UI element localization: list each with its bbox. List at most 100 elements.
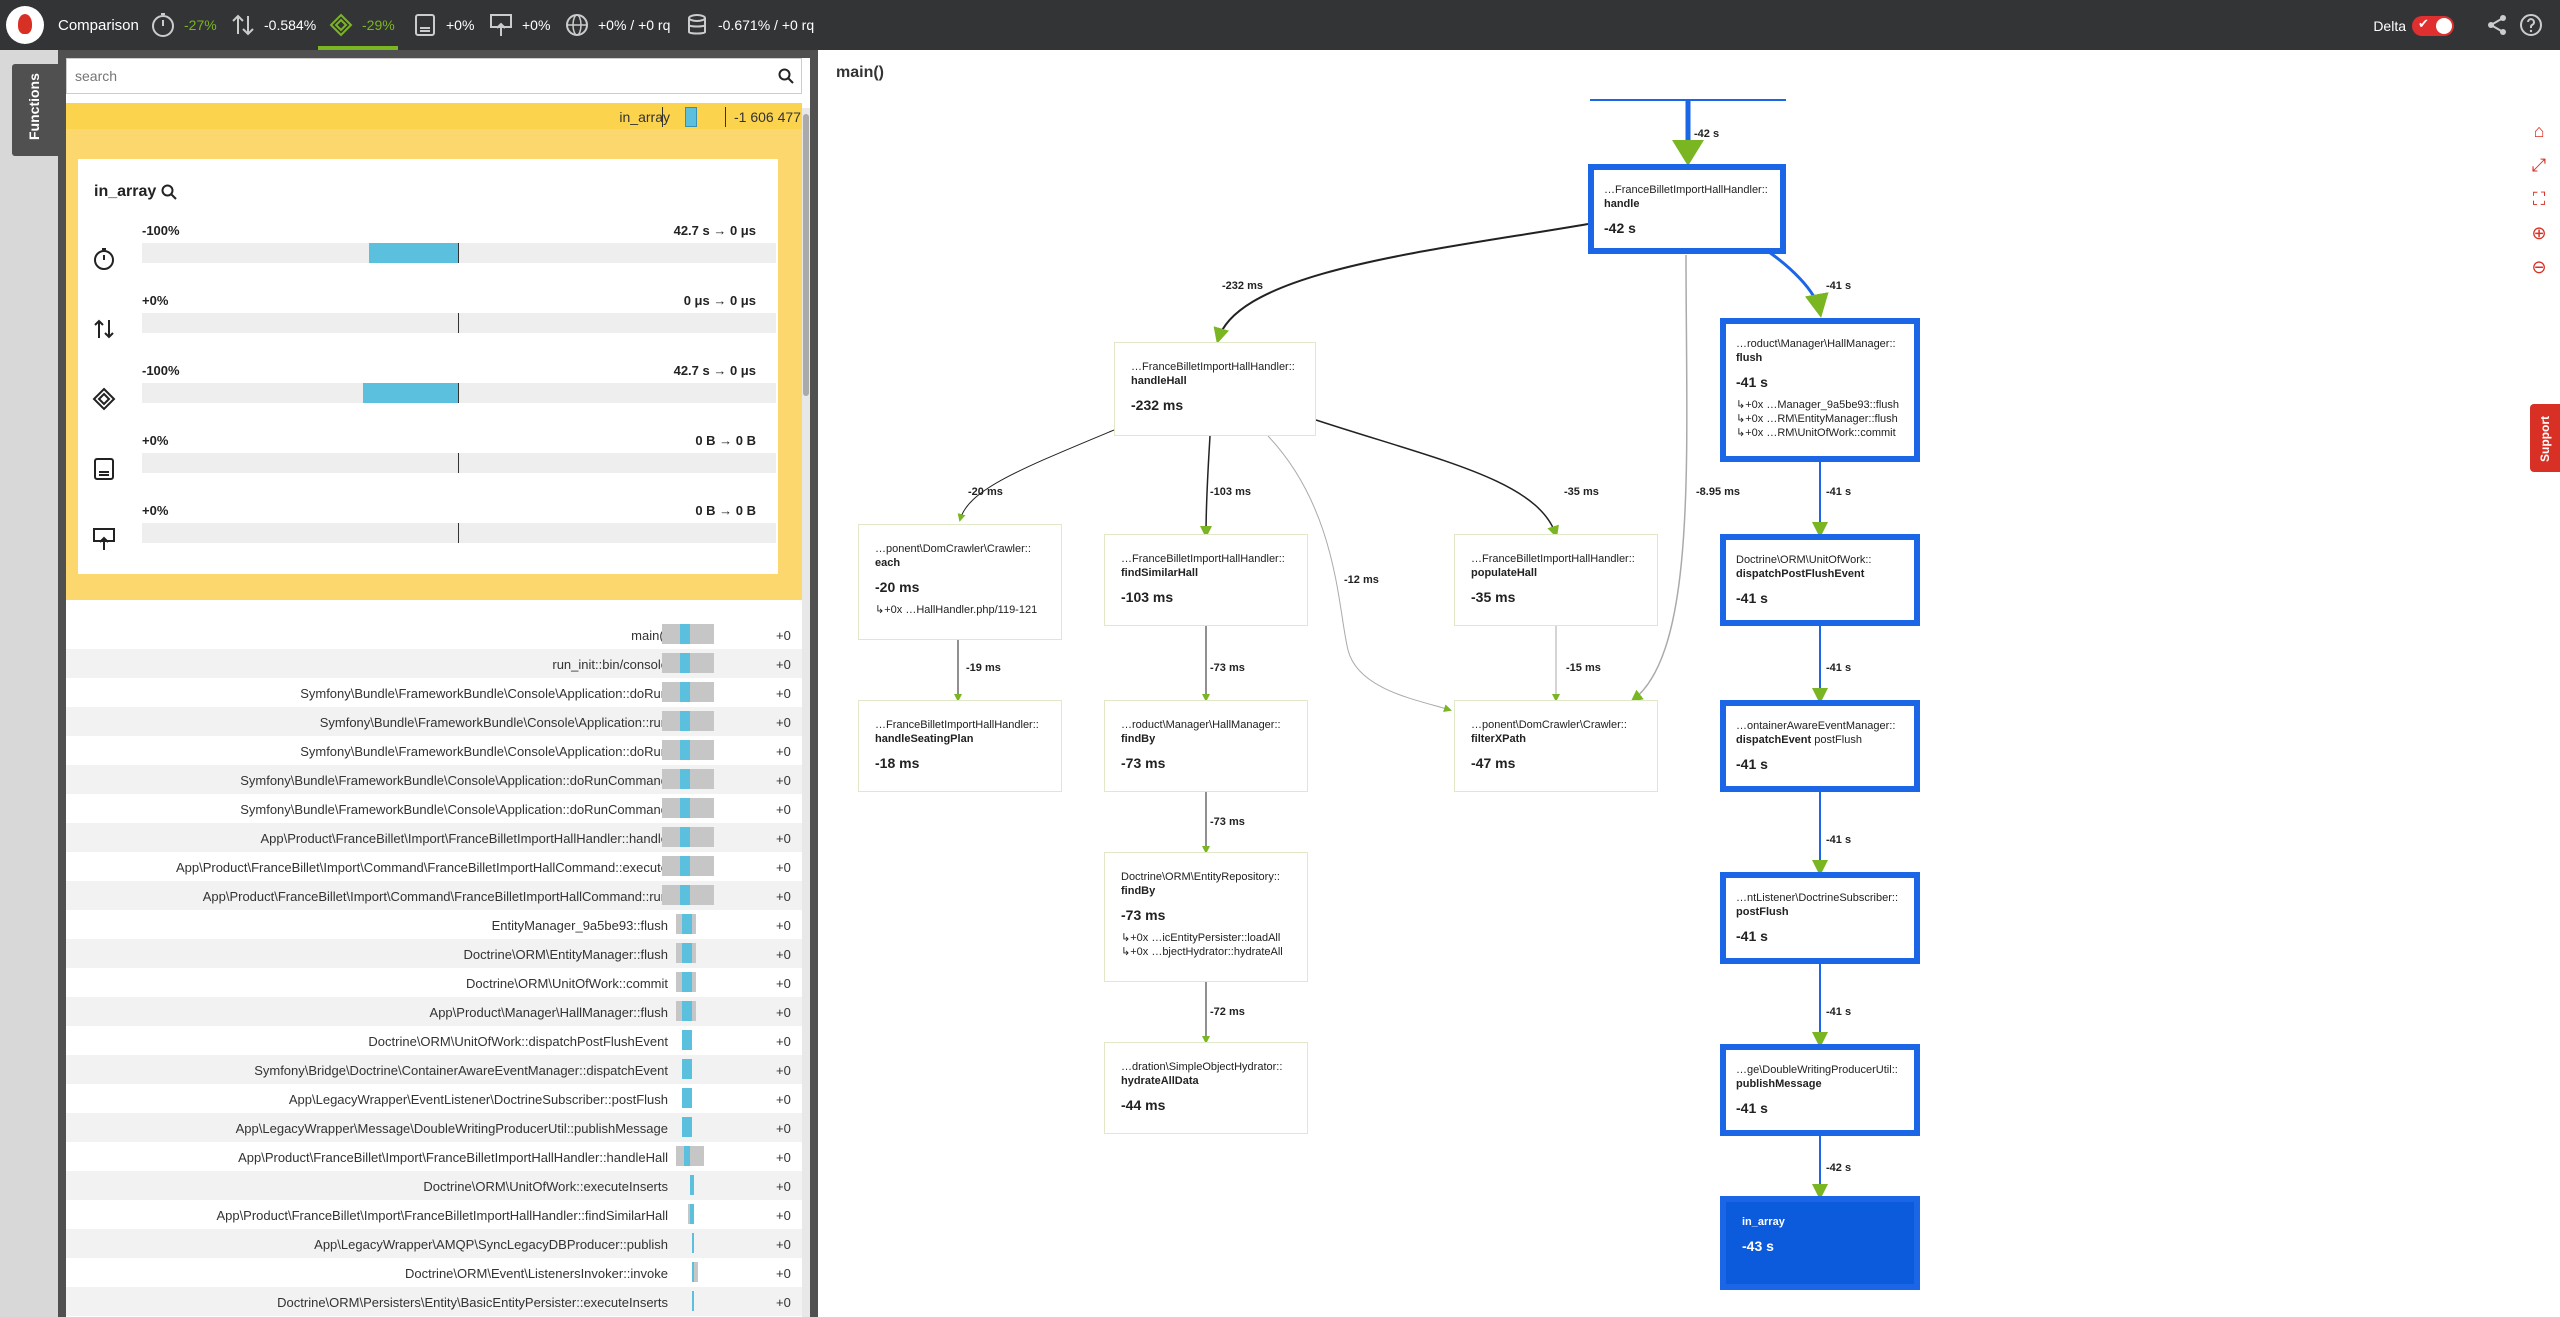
function-value: +0 bbox=[776, 918, 791, 933]
edge-label: -41 s bbox=[1826, 280, 1852, 292]
function-bar bbox=[662, 769, 716, 789]
node-namespace: …FranceBilletImportHallHandler:: bbox=[1121, 553, 1285, 565]
node-time: -103 ms bbox=[1121, 589, 1174, 605]
home-icon[interactable]: ⌂ bbox=[2524, 116, 2554, 146]
graph-node-postFlush[interactable]: …ntListener\DoctrineSubscriber:: postFlus… bbox=[1720, 872, 1920, 964]
search-icon[interactable] bbox=[160, 183, 178, 201]
function-row[interactable]: App\Product\FranceBillet\Import\Command\… bbox=[66, 852, 802, 881]
node-function: each bbox=[875, 557, 901, 569]
call-graph-area[interactable]: main() -42 s -232 ms -41 s -20 ms -103 ms -35… bbox=[818, 50, 2560, 1317]
function-name: App\Product\FranceBillet\Import\FranceBi… bbox=[260, 831, 668, 846]
function-row[interactable]: App\LegacyWrapper\Message\DoubleWritingP… bbox=[66, 1113, 802, 1142]
graph-node-findBy2[interactable]: Doctrine\ORM\EntityRepository:: findBy -73… bbox=[1104, 852, 1308, 982]
detail-pct: +0% bbox=[142, 503, 169, 518]
search-icon[interactable] bbox=[777, 67, 795, 85]
function-row[interactable]: App\LegacyWrapper\EventListener\Doctrine… bbox=[66, 1084, 802, 1113]
graph-node-in_array[interactable]: in_array -43 s bbox=[1720, 1196, 1920, 1290]
detail-range: 0 μs → 0 μs bbox=[683, 293, 756, 308]
graph-node-populateHall[interactable]: …FranceBilletImportHallHandler:: populate… bbox=[1454, 534, 1658, 626]
function-row[interactable]: Symfony\Bundle\FrameworkBundle\Console\A… bbox=[66, 678, 802, 707]
edge-handle-handleHall bbox=[1213, 223, 1589, 344]
node-time: -42 s bbox=[1604, 220, 1636, 236]
graph-node-each[interactable]: …ponent\DomCrawler\Crawler:: each -20 ms ↳+… bbox=[858, 524, 1062, 640]
edge-label: -19 ms bbox=[966, 662, 1001, 674]
delta-toggle[interactable]: Delta ✔ bbox=[2373, 16, 2454, 36]
edge-label: -42 s bbox=[1826, 1162, 1852, 1174]
function-row[interactable]: Doctrine\ORM\UnitOfWork::commit +0 bbox=[66, 968, 802, 997]
metric-peak-memory[interactable]: +0% bbox=[488, 12, 550, 38]
metric-wall-time[interactable]: -27% bbox=[150, 12, 217, 38]
support-tab[interactable]: Support bbox=[2530, 404, 2560, 472]
node-namespace: …FranceBilletImportHallHandler:: bbox=[1604, 184, 1768, 196]
node-namespace: Doctrine\ORM\UnitOfWork:: bbox=[1736, 554, 1872, 566]
graph-node-dispatchPostFlushEvent[interactable]: Doctrine\ORM\UnitOfWork:: dispatchPostFlu… bbox=[1720, 534, 1920, 626]
node-function: handleHall bbox=[1131, 375, 1187, 387]
help-icon[interactable] bbox=[2518, 12, 2544, 38]
function-row[interactable]: Doctrine\ORM\EntityManager::flush +0 bbox=[66, 939, 802, 968]
metric-cpu[interactable]: -29% bbox=[328, 12, 395, 38]
function-value: +0 bbox=[776, 657, 791, 672]
function-row[interactable]: EntityManager_9a5be93::flush +0 bbox=[66, 910, 802, 939]
function-row[interactable]: main() +0 bbox=[66, 620, 802, 649]
function-bar bbox=[662, 1146, 716, 1166]
edge-label: -73 ms bbox=[1210, 816, 1245, 828]
fit-screen-icon[interactable]: ⛶ bbox=[2524, 184, 2554, 214]
graph-node-dispatchEvent[interactable]: …ontainerAwareEventManager:: dispatchEven… bbox=[1720, 700, 1920, 792]
graph-node-flush[interactable]: …roduct\Manager\HallManager:: flush -41 s ↳… bbox=[1720, 318, 1920, 462]
function-row[interactable]: Doctrine\ORM\UnitOfWork::dispatchPostFlu… bbox=[66, 1026, 802, 1055]
function-row[interactable]: Symfony\Bundle\FrameworkBundle\Console\A… bbox=[66, 765, 802, 794]
function-bar bbox=[662, 653, 716, 673]
graph-node-handleHall[interactable]: …FranceBilletImportHallHandler:: handleHa… bbox=[1114, 342, 1316, 436]
function-row[interactable]: Symfony\Bridge\Doctrine\ContainerAwareEv… bbox=[66, 1055, 802, 1084]
search-input[interactable] bbox=[67, 59, 757, 93]
share-icon[interactable] bbox=[2484, 12, 2510, 38]
function-row[interactable]: Doctrine\ORM\UnitOfWork::executeInserts +… bbox=[66, 1171, 802, 1200]
edge-handle-flush bbox=[1765, 248, 1829, 318]
node-subcall: ↳+0x …HallHandler.php/119-121 bbox=[875, 604, 1038, 616]
function-row[interactable]: Symfony\Bundle\FrameworkBundle\Console\A… bbox=[66, 794, 802, 823]
function-row[interactable]: App\Product\FranceBillet\Import\FranceBi… bbox=[66, 823, 802, 852]
toggle-switch[interactable]: ✔ bbox=[2412, 16, 2454, 36]
function-value: +0 bbox=[776, 1208, 791, 1223]
graph-node-hydrateAllData[interactable]: …dration\SimpleObjectHydrator:: hydrateAl… bbox=[1104, 1042, 1308, 1134]
function-row[interactable]: run_init::bin/console +0 bbox=[66, 649, 802, 678]
node-subcall: ↳+0x …bjectHydrator::hydrateAll bbox=[1121, 946, 1283, 958]
function-bar bbox=[662, 682, 716, 702]
graph-node-handleSeatingPlan[interactable]: …FranceBilletImportHallHandler:: handleSe… bbox=[858, 700, 1062, 792]
function-row[interactable]: App\Product\FranceBillet\Import\FranceBi… bbox=[66, 1200, 802, 1229]
function-row[interactable]: App\LegacyWrapper\AMQP\SyncLegacyDBProdu… bbox=[66, 1229, 802, 1258]
node-function: findBy bbox=[1121, 733, 1156, 745]
blackfire-logo-icon[interactable] bbox=[6, 6, 44, 44]
node-function: filterXPath bbox=[1471, 733, 1527, 745]
function-value: +0 bbox=[776, 1092, 791, 1107]
graph-node-findBy1[interactable]: …roduct\Manager\HallManager:: findBy -73 m… bbox=[1104, 700, 1308, 792]
metric-memory[interactable]: +0% bbox=[412, 12, 474, 38]
function-row[interactable]: Symfony\Bundle\FrameworkBundle\Console\A… bbox=[66, 736, 802, 765]
function-row[interactable]: App\Product\FranceBillet\Import\FranceBi… bbox=[66, 1142, 802, 1171]
function-bar bbox=[662, 856, 716, 876]
function-row[interactable]: Doctrine\ORM\Event\ListenersInvoker::inv… bbox=[66, 1258, 802, 1287]
function-row[interactable]: Doctrine\ORM\Persisters\Entity\BasicEnti… bbox=[66, 1287, 802, 1316]
graph-node-findSimilarHall[interactable]: …FranceBilletImportHallHandler:: findSimi… bbox=[1104, 534, 1308, 626]
graph-node-handle[interactable]: …FranceBilletImportHallHandler:: handle -4… bbox=[1588, 164, 1786, 254]
function-name: Doctrine\ORM\UnitOfWork::executeInserts bbox=[423, 1179, 668, 1194]
metric-io[interactable]: -0.584% bbox=[230, 12, 316, 38]
zoom-out-icon[interactable]: ⊖ bbox=[2524, 252, 2554, 282]
function-row[interactable]: App\Product\FranceBillet\Import\Command\… bbox=[66, 881, 802, 910]
graph-node-filterXPath[interactable]: …ponent\DomCrawler\Crawler:: filterXPath -… bbox=[1454, 700, 1658, 792]
function-row[interactable]: App\Product\Manager\HallManager::flush +0 bbox=[66, 997, 802, 1026]
scrollbar-thumb[interactable] bbox=[803, 114, 809, 396]
zoom-in-icon[interactable]: ⊕ bbox=[2524, 218, 2554, 248]
expand-icon[interactable]: ⤢ bbox=[2524, 150, 2554, 180]
graph-toolbar: ⌂ ⤢ ⛶ ⊕ ⊖ bbox=[2518, 112, 2560, 286]
selected-function-row[interactable]: in_array -1 606 477 bbox=[66, 103, 802, 129]
graph-node-publishMessage[interactable]: …ge\DoubleWritingProducerUtil:: publishMe… bbox=[1720, 1044, 1920, 1136]
functions-tab[interactable]: Functions bbox=[12, 64, 58, 156]
scrollbar[interactable] bbox=[802, 108, 810, 1317]
metric-sql[interactable]: -0.671% / +0 rq bbox=[684, 12, 814, 38]
detail-row-wall-time: -100% 42.7 s → 0 μs bbox=[92, 223, 776, 283]
metric-value: +0% bbox=[522, 17, 551, 33]
function-row[interactable]: Symfony\Bundle\FrameworkBundle\Console\A… bbox=[66, 707, 802, 736]
metric-network[interactable]: +0% / +0 rq bbox=[564, 12, 670, 38]
function-detail: in_array -100% 42.7 s → 0 μs +0% 0 μs → … bbox=[78, 159, 778, 574]
